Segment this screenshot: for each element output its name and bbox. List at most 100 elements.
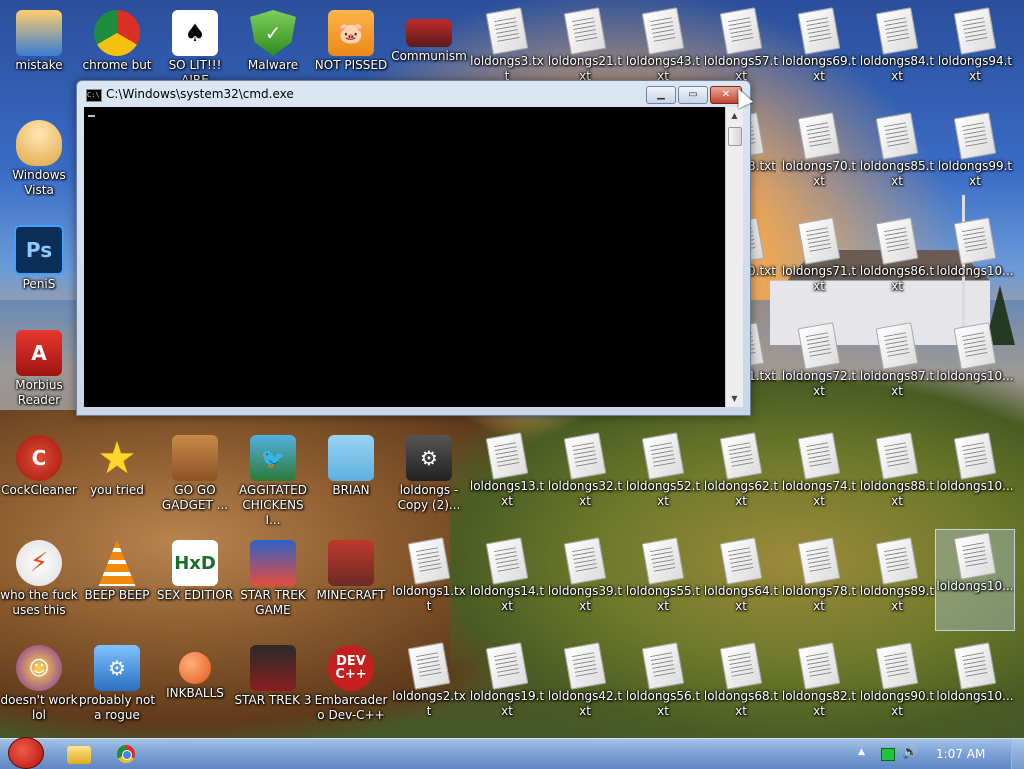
txt-file[interactable]: loldongs74.txt [780, 430, 858, 530]
txt-file[interactable]: loldongs39.txt [546, 535, 624, 635]
txt-file[interactable]: loldongs84.txt [858, 5, 936, 105]
txt-file[interactable]: loldongs69.txt [780, 5, 858, 105]
icon-label: loldongs89.txt [859, 584, 935, 613]
text-file-icon [875, 432, 919, 480]
txt-file[interactable]: loldongs1.txt [390, 535, 468, 635]
icon-label: loldongs87.txt [859, 369, 935, 398]
vertical-scrollbar[interactable]: ▲ ▼ [725, 107, 743, 407]
desktop-icon-probablynot[interactable]: ⚙ probably not a rogue [78, 640, 156, 740]
desktop-icon-gogo[interactable]: GO GO GADGET ... [156, 430, 234, 530]
txt-file[interactable]: loldongs72.txt [780, 320, 858, 420]
desktop-icon-brian[interactable]: BRIAN [312, 430, 390, 530]
icon-label: INKBALLS [166, 686, 224, 700]
desktop-icon-youtried[interactable]: ★ you tried [78, 430, 156, 530]
txt-file[interactable]: loldongs32.txt [546, 430, 624, 530]
ink-ball-icon [179, 652, 211, 684]
clock[interactable]: 1:07 AM [936, 747, 996, 761]
desktop-icon-whothefuck[interactable]: ⚡ who the fuck uses this [0, 535, 78, 635]
desktop-icon-morbius[interactable]: A Morbius Reader [0, 325, 78, 425]
show-desktop-button[interactable] [1011, 739, 1024, 769]
txt-file[interactable]: loldongs62.txt [702, 430, 780, 530]
text-file-icon [563, 7, 607, 55]
desktop-icon-sexeditior[interactable]: HxD SEX EDITIOR [156, 535, 234, 635]
hxd-icon: HxD [172, 540, 218, 586]
cmd-window[interactable]: C:\ C:\Windows\system32\cmd.exe ▁ ▭ ✕ ▲ … [76, 80, 751, 416]
scroll-thumb[interactable] [728, 127, 742, 146]
computer-icon [16, 10, 62, 56]
desktop-icon-devcpp[interactable]: DEV C++ Embarcadero Dev-C++ [312, 640, 390, 740]
star-icon: ★ [97, 432, 137, 484]
txt-file[interactable]: loldongs71.txt [780, 215, 858, 315]
txt-file[interactable]: loldongs10... [936, 430, 1014, 530]
desktop-icon-minecraft[interactable]: MINECRAFT [312, 535, 390, 635]
maximize-button[interactable]: ▭ [678, 86, 708, 104]
briefcase-icon [172, 435, 218, 481]
minimize-button[interactable]: ▁ [646, 86, 676, 104]
txt-file[interactable]: loldongs56.txt [624, 640, 702, 740]
playing-cards-icon: ♠ [172, 10, 218, 56]
desktop-icon-doesntwork[interactable]: ☺ doesn't work lol [0, 640, 78, 740]
txt-file[interactable]: loldongs68.txt [702, 640, 780, 740]
txt-file[interactable]: loldongs14.txt [468, 535, 546, 635]
txt-file[interactable]: loldongs10... [936, 320, 1014, 420]
title-bar[interactable]: C:\ C:\Windows\system32\cmd.exe ▁ ▭ ✕ [77, 81, 750, 107]
scroll-up-arrow-icon[interactable]: ▲ [726, 107, 743, 124]
icon-label: loldongs70.txt [781, 159, 857, 188]
txt-file[interactable]: loldongs10... [936, 215, 1014, 315]
txt-file[interactable]: loldongs55.txt [624, 535, 702, 635]
star-wars-birds-icon [250, 540, 296, 586]
txt-file[interactable]: loldongs64.txt [702, 535, 780, 635]
icon-label: loldongs72.txt [781, 369, 857, 398]
desktop-icon-cockcleaner[interactable]: C CockCleaner [0, 430, 78, 530]
txt-file[interactable]: loldongs10... [936, 640, 1014, 740]
text-cursor [88, 115, 95, 117]
desktop-icon-winvista[interactable]: Windows Vista [0, 115, 78, 215]
text-file-icon [953, 112, 997, 160]
text-file-icon [797, 322, 841, 370]
text-file-icon [641, 642, 685, 690]
txt-file[interactable]: loldongs2.txt [390, 640, 468, 740]
window-title: C:\Windows\system32\cmd.exe [106, 87, 294, 101]
txt-file[interactable]: loldongs86.txt [858, 215, 936, 315]
desktop-icon-startrek3[interactable]: STAR TREK 3 [234, 640, 312, 740]
txt-file[interactable]: loldongs19.txt [468, 640, 546, 740]
desktop-icon-aggitated[interactable]: 🐦 AGGITATED CHICKENS I... [234, 430, 312, 530]
desktop-icon-loldongscopy[interactable]: ⚙ loldongs - Copy (2)... [390, 430, 468, 530]
txt-file[interactable]: loldongs90.txt [858, 640, 936, 740]
text-file-icon [797, 112, 841, 160]
txt-file[interactable]: loldongs78.txt [780, 535, 858, 635]
start-button[interactable] [2, 733, 48, 769]
txt-file[interactable]: loldongs87.txt [858, 320, 936, 420]
txt-file[interactable]: loldongs88.txt [858, 430, 936, 530]
yahoo-messenger-icon: ☺ [16, 645, 62, 691]
txt-file-selected[interactable]: loldongs10... [935, 529, 1015, 631]
icon-label: PeniS [22, 277, 56, 291]
icon-label: loldongs32.txt [547, 479, 623, 508]
txt-file[interactable]: loldongs94.txt [936, 5, 1014, 105]
scroll-down-arrow-icon[interactable]: ▼ [726, 390, 743, 407]
desktop-icon-mistake[interactable]: mistake [0, 5, 78, 105]
volume-icon[interactable]: 🔊 [902, 745, 918, 760]
text-file-icon [953, 532, 997, 580]
show-hidden-icons-arrow-icon[interactable]: ▲ [858, 747, 865, 757]
desktop-icon-startrekgame[interactable]: STAR TREK GAME [234, 535, 312, 635]
txt-file[interactable]: loldongs52.txt [624, 430, 702, 530]
desktop-icon-beepbeep[interactable]: BEEP BEEP [78, 535, 156, 635]
txt-file[interactable]: loldongs70.txt [780, 110, 858, 210]
icon-label: loldongs10... [936, 579, 1014, 593]
desktop-icon-penis[interactable]: Ps PeniS [0, 220, 78, 320]
explorer-folder-icon[interactable] [67, 746, 91, 764]
chrome-taskbar-icon[interactable] [117, 745, 135, 763]
console-area[interactable] [84, 107, 725, 407]
txt-file[interactable]: loldongs82.txt [780, 640, 858, 740]
txt-file[interactable]: loldongs89.txt [858, 535, 936, 635]
icon-label: loldongs14.txt [469, 584, 545, 613]
text-file-icon [797, 7, 841, 55]
txt-file[interactable]: loldongs85.txt [858, 110, 936, 210]
txt-file[interactable]: loldongs13.txt [468, 430, 546, 530]
text-file-icon [953, 7, 997, 55]
network-icon[interactable] [881, 748, 895, 761]
txt-file[interactable]: loldongs99.txt [936, 110, 1014, 210]
txt-file[interactable]: loldongs42.txt [546, 640, 624, 740]
desktop-icon-inkballs[interactable]: INKBALLS [156, 640, 234, 740]
